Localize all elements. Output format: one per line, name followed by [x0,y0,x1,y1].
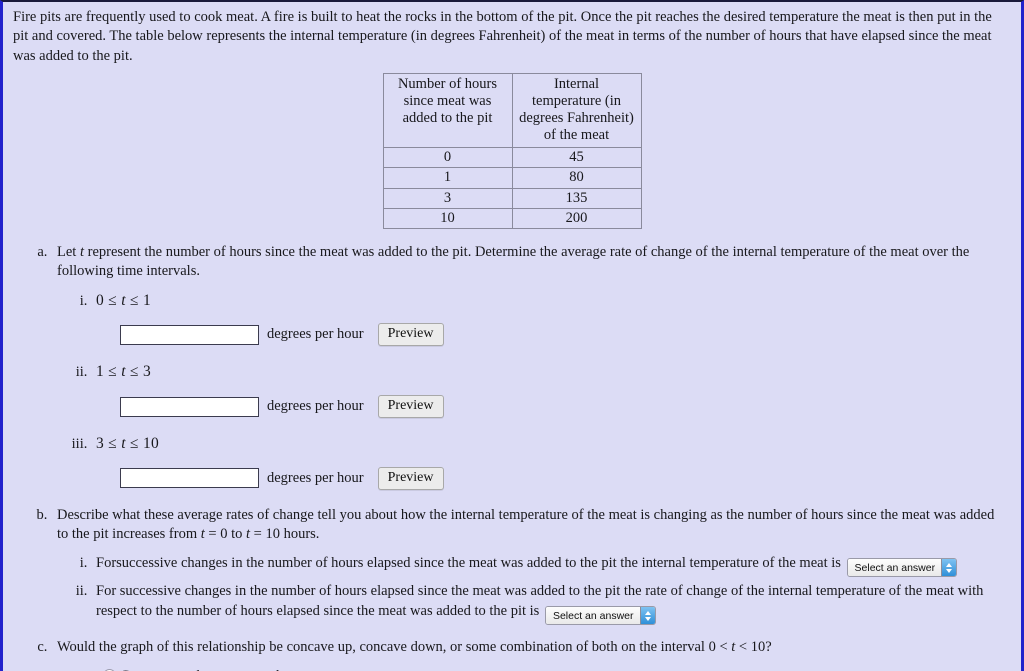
question-outer-list: Let t represent the number of hours sinc… [33,243,1005,671]
data-table-container: Number of hours since meat was added to … [3,72,1021,229]
interval-a-ii: 1 ≤ t ≤ 3 [96,363,152,381]
cell-temperature: 80 [511,167,642,189]
question-a-ii: 1 ≤ t ≤ 3 degrees per hour Preview [91,362,1005,419]
question-c: Would the graph of this relationship be … [51,638,1005,671]
question-a-sublist: 0 ≤ t ≤ 1 degrees per hour Preview 1 ≤ t… [57,291,1005,490]
answer-input-a-i[interactable] [120,324,259,345]
cell-temperature: 45 [511,147,642,169]
select-answer-b-ii-label: Select an answer [545,607,640,625]
table-row: 1 80 [382,167,642,189]
interval-a-i: 0 ≤ t ≤ 1 [96,291,152,309]
problem-statement: Fire pits are frequently used to cook me… [3,2,1021,66]
cell-hours: 1 [382,167,513,189]
question-c-text: Would the graph of this relationship be … [57,639,772,656]
questions-list: Let t represent the number of hours sinc… [3,243,1021,671]
question-b-ii-text: For successive changes in the number of … [96,583,984,619]
answer-row-a-i: degrees per hour Preview [120,323,1005,347]
cell-hours: 10 [382,207,513,229]
question-a: Let t represent the number of hours sinc… [51,243,1005,490]
temperature-data-table: Number of hours since meat was added to … [382,72,642,229]
cell-temperature: 200 [511,207,642,229]
table-row: 3 135 [382,187,642,209]
select-answer-b-i[interactable]: Select an answer [846,558,958,578]
answer-unit-a-i: degrees per hour [267,326,364,343]
table-header-hours: Number of hours since meat was added to … [382,72,513,149]
table-row: 10 200 [382,207,642,229]
question-b-i-text: Forsuccessive changes in the number of h… [96,554,841,571]
cell-temperature: 135 [511,187,642,209]
answer-unit-a-ii: degrees per hour [267,397,364,414]
answer-row-a-iii: degrees per hour Preview [120,466,1005,490]
chevron-updown-icon [639,607,655,625]
interval-a-iii: 3 ≤ t ≤ 10 [96,435,160,453]
question-b-ii: For successive changes in the number of … [91,582,1005,626]
question-b-i: Forsuccessive changes in the number of h… [91,554,1005,578]
question-a-iii: 3 ≤ t ≤ 10 degrees per hour Preview [91,434,1005,490]
table-row: 0 45 [382,147,642,169]
select-answer-b-ii[interactable]: Select an answer [544,606,656,626]
preview-button-a-i[interactable]: Preview [377,323,444,347]
answer-unit-a-iii: degrees per hour [267,469,364,486]
answer-input-a-ii[interactable] [120,396,259,417]
question-a-text: Let t represent the number of hours sinc… [57,243,970,280]
problem-statement-text: Fire pits are frequently used to cook me… [13,9,992,64]
answer-row-a-ii: degrees per hour Preview [120,395,1005,419]
chevron-updown-icon [941,559,957,577]
question-a-i: 0 ≤ t ≤ 1 degrees per hour Preview [91,291,1005,347]
question-b-sublist: Forsuccessive changes in the number of h… [57,554,1005,626]
preview-button-a-iii[interactable]: Preview [377,466,444,490]
cell-hours: 3 [382,187,513,209]
table-header-row: Number of hours since meat was added to … [382,72,642,149]
question-b-text: Describe what these average rates of cha… [57,506,995,543]
cell-hours: 0 [382,147,513,169]
answer-input-a-iii[interactable] [120,468,259,489]
select-answer-b-i-label: Select an answer [847,559,942,577]
worksheet-page: Fire pits are frequently used to cook me… [0,0,1024,671]
preview-button-a-ii[interactable]: Preview [377,395,444,419]
question-b: Describe what these average rates of cha… [51,506,1005,626]
table-header-temperature: Internal temperature (in degrees Fahrenh… [511,72,642,149]
